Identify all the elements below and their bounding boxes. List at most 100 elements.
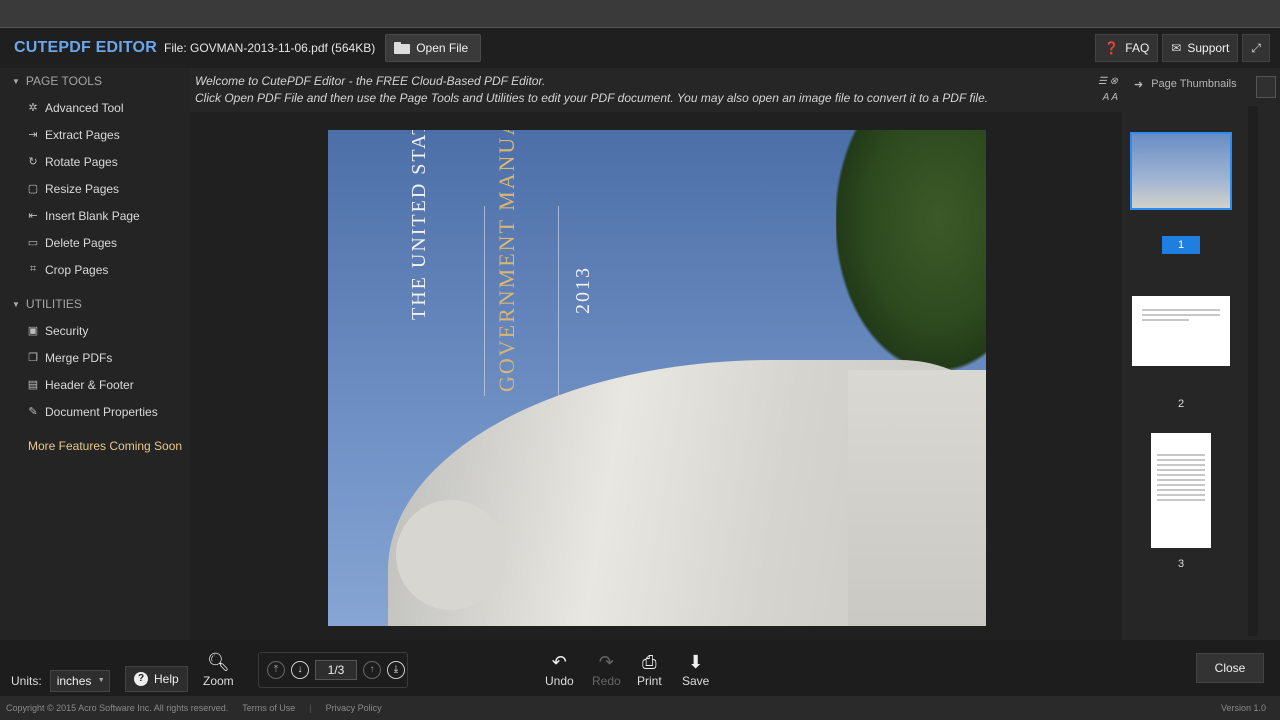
tools-icon: ✲ [28, 102, 38, 114]
redo-label: Redo [592, 674, 621, 688]
sidebar-item-crop-pages[interactable]: ⌗ Crop Pages [0, 256, 190, 283]
sidebar: ▼ PAGE TOOLS ✲ Advanced Tool ⇥ Extract Pag… [0, 68, 190, 640]
welcome-message: Welcome to CutePDF Editor - the FREE Clo… [190, 68, 1122, 112]
undo-button[interactable]: ↶ Undo [545, 652, 574, 688]
thumbnail-page-1[interactable] [1130, 132, 1232, 210]
cover-year: 2013 [572, 266, 594, 314]
message-controls: ☰ ⊗ A A [1090, 74, 1118, 106]
sidebar-item-label: Rotate Pages [45, 154, 118, 169]
printer-icon: ⎙ [642, 652, 657, 672]
sidebar-item-label: Security [45, 323, 89, 338]
chat-icon: ❓ [1104, 41, 1120, 55]
app-window: CUTEPDF EDITOR File: GOVMAN-2013-11-06.p… [0, 0, 1280, 720]
open-file-button[interactable]: Open File [385, 34, 482, 62]
thumbnail-number-2[interactable]: 2 [1162, 398, 1200, 410]
pdf-page: THE UNITED STATES GOVERNMENT MANUAL 2013 [328, 130, 986, 626]
print-button[interactable]: ⎙ Print [637, 652, 662, 688]
thumbnail-scrollbar[interactable] [1248, 106, 1258, 636]
list-icon[interactable]: ☰ [1098, 76, 1107, 87]
page-navigator: ⤒ ↓ 1/3 ↑ ⤓ [258, 652, 408, 688]
sidebar-item-security[interactable]: ▣ Security [0, 317, 190, 344]
close-button[interactable]: Close [1196, 653, 1264, 683]
sidebar-item-label: Insert Blank Page [45, 208, 140, 223]
sidebar-item-label: Resize Pages [45, 181, 120, 196]
page-tools-title: PAGE TOOLS [25, 74, 102, 88]
insert-page-icon: ⇤ [28, 210, 38, 222]
help-icon: ? [134, 672, 148, 686]
header-footer-icon: ▤ [27, 379, 39, 391]
page-text-lines [1157, 453, 1205, 504]
zoom-label: Zoom [203, 674, 234, 688]
save-button[interactable]: ⬇ Save [682, 652, 709, 688]
pin-icon: ➜ [1134, 79, 1144, 91]
redo-icon: ↷ [598, 652, 614, 672]
zoom-button[interactable]: 🔍︎ Zoom [203, 652, 234, 688]
sidebar-item-advanced-tool[interactable]: ✲ Advanced Tool [0, 94, 190, 121]
cover-trees [836, 130, 986, 370]
next-page-icon[interactable]: ↓ [291, 661, 309, 679]
lock-icon: ▣ [27, 325, 39, 337]
units-select[interactable]: inches [49, 670, 110, 692]
sidebar-item-label: Header & Footer [45, 377, 134, 392]
sidebar-item-resize-pages[interactable]: ▢ Resize Pages [0, 175, 190, 202]
undo-icon: ↶ [551, 652, 567, 672]
expand-icon: ⤢ [1251, 40, 1261, 55]
fullscreen-button[interactable]: ⤢ [1242, 34, 1270, 62]
first-page-icon[interactable]: ⤒ [267, 661, 285, 679]
thumbnail-page-2[interactable] [1132, 296, 1230, 366]
cover-divider [484, 206, 485, 396]
edit-icon: ✎ [28, 406, 38, 418]
thumbnail-header[interactable]: ➜ Page Thumbnails [1134, 78, 1237, 91]
page-number-input[interactable]: 1/3 [315, 660, 357, 680]
thumbnail-number-1[interactable]: 1 [1162, 236, 1200, 254]
redo-button[interactable]: ↷ Redo [592, 652, 621, 688]
close-icon[interactable]: ⊗ [1110, 76, 1118, 87]
header-actions: ❓ FAQ ✉ Support ⤢ [1095, 34, 1270, 62]
coming-soon-link[interactable]: More Features Coming Soon [0, 439, 190, 453]
sidebar-item-document-properties[interactable]: ✎ Document Properties [0, 398, 190, 425]
help-button[interactable]: ? Help [125, 666, 188, 692]
privacy-link[interactable]: Privacy Policy [326, 703, 382, 713]
page-tools-section[interactable]: ▼ PAGE TOOLS [0, 68, 190, 94]
cover-divider [558, 206, 559, 396]
sidebar-item-merge-pdfs[interactable]: ❐ Merge PDFs [0, 344, 190, 371]
sidebar-item-insert-blank-page[interactable]: ⇤ Insert Blank Page [0, 202, 190, 229]
print-label: Print [637, 674, 662, 688]
footer: Copyright © 2015 Acro Software Inc. All … [0, 696, 1280, 720]
welcome-line-1: Welcome to CutePDF Editor - the FREE Clo… [195, 74, 546, 88]
support-button[interactable]: ✉ Support [1162, 34, 1239, 62]
previous-page-icon[interactable]: ↑ [363, 661, 381, 679]
terms-link[interactable]: Terms of Use [242, 703, 295, 713]
sidebar-item-extract-pages[interactable]: ⇥ Extract Pages [0, 121, 190, 148]
page-text-lines [1141, 308, 1221, 324]
font-size-icon[interactable]: A [1103, 92, 1109, 103]
thumbnail-header-label: Page Thumbnails [1151, 78, 1237, 90]
top-strip [0, 0, 1280, 28]
thumbnail-toggle-button[interactable] [1256, 76, 1276, 98]
support-label: Support [1187, 41, 1230, 55]
sidebar-item-delete-pages[interactable]: ▭ Delete Pages [0, 229, 190, 256]
triangle-down-icon: ▼ [12, 76, 20, 86]
faq-button[interactable]: ❓ FAQ [1095, 34, 1159, 62]
last-page-icon[interactable]: ⤓ [387, 661, 405, 679]
utilities-section[interactable]: ▼ UTILITIES [0, 291, 190, 317]
sidebar-item-label: Delete Pages [45, 235, 118, 250]
cover-line-1: THE UNITED STATES [408, 130, 430, 320]
cover-statue-block [848, 370, 986, 626]
cover-title-block: THE UNITED STATES GOVERNMENT MANUAL 2013 [398, 130, 658, 410]
sidebar-item-label: Document Properties [45, 404, 158, 419]
extract-icon: ⇥ [28, 129, 38, 141]
thumbnail-page-3[interactable] [1151, 433, 1211, 548]
sidebar-item-rotate-pages[interactable]: ↻ Rotate Pages [0, 148, 190, 175]
undo-label: Undo [545, 674, 574, 688]
sidebar-item-label: Merge PDFs [45, 350, 113, 365]
merge-icon: ❐ [28, 352, 38, 364]
font-size-small-icon[interactable]: A [1111, 92, 1118, 103]
resize-icon: ▢ [27, 183, 39, 195]
thumbnail-number-3[interactable]: 3 [1162, 558, 1200, 570]
units-control: Units: inches [11, 670, 110, 692]
sidebar-item-header-footer[interactable]: ▤ Header & Footer [0, 371, 190, 398]
document-viewer[interactable]: THE UNITED STATES GOVERNMENT MANUAL 2013 [190, 112, 1122, 640]
help-label: Help [154, 672, 179, 686]
thumbnail-panel: ➜ Page Thumbnails 1 2 3 [1122, 68, 1280, 640]
